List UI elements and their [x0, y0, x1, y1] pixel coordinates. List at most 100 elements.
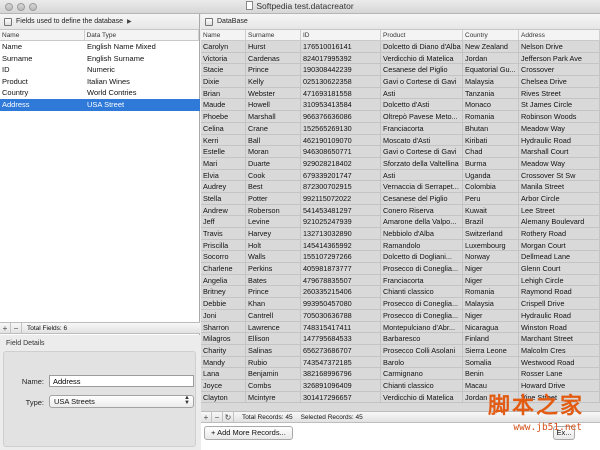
add-more-records-button[interactable]: + Add More Records... — [204, 426, 293, 440]
table-row[interactable]: Stacie Prince 190308442239 Cesanese del Pig… — [201, 64, 600, 77]
table-row[interactable]: Mari Duarte 929028218402 Sforzato della Val… — [201, 157, 600, 170]
cell-country: Tanzania — [463, 87, 519, 99]
table-row[interactable]: Maude Howell 310953413584 Dolcetto d'Asti Mo… — [201, 99, 600, 112]
table-row[interactable]: Celina Crane 152565269130 Franciacorta Bhuta… — [201, 122, 600, 135]
cell-id: 921025247939 — [301, 216, 381, 227]
cell-name: Carolyn — [201, 41, 246, 52]
field-name: ID — [2, 65, 10, 75]
cell-address: Rothery Road — [519, 228, 600, 239]
field-row[interactable]: Product Italian Wines — [0, 76, 200, 88]
table-row[interactable]: Mandy Rubio 743547372185 Barolo Somalia Westw… — [201, 356, 600, 369]
table-row[interactable]: Victoria Cardenas 824017995392 Verdicchio d… — [201, 52, 600, 65]
table-row[interactable]: Debbie Khan 993950457080 Prosecco di Conegl… — [201, 298, 600, 310]
cell-name: Priscilla — [201, 239, 246, 251]
table-row[interactable]: Clayton Mcintyre 301417296657 Verdicchio di… — [201, 391, 600, 404]
cell-name: Angelia — [201, 274, 246, 286]
table-row[interactable]: Elvia Cook 679339201747 Asti Uganda Crossover… — [201, 169, 600, 182]
column-header-data-type[interactable]: Data Type — [85, 30, 199, 40]
table-row[interactable]: Britney Prince 260335215406 Chianti classic… — [201, 286, 600, 299]
table-row[interactable]: Phoebe Marshall 966376636086 Oltrepò Pavese… — [201, 111, 600, 123]
cell-surname: Perkins — [246, 263, 301, 274]
field-row[interactable]: Country World Contries — [0, 87, 200, 99]
export-button[interactable]: Ex... — [553, 426, 575, 440]
cell-product: Gavi o Cortese di Gavi — [381, 146, 463, 157]
field-row[interactable]: ID Numeric — [0, 64, 200, 76]
add-record-button[interactable]: + — [201, 411, 212, 423]
table-row[interactable]: Charity Salinas 656273686707 Prosecco Colli… — [201, 344, 600, 357]
plus-icon: + — [211, 428, 216, 437]
cell-name: Travis — [201, 228, 246, 239]
table-row[interactable]: Lana Benjamin 382168996796 Carmignano Benin R… — [201, 368, 600, 380]
column-header-surname[interactable]: Surname — [246, 30, 301, 40]
table-row[interactable]: Andrew Roberson 541453481297 Conero Riserva… — [201, 204, 600, 217]
table-row[interactable]: Jeff Levine 921025247939 Amarone della Valp… — [201, 216, 600, 228]
cell-country: Kuwait — [463, 204, 519, 216]
field-row[interactable]: Name English Name Mixed — [0, 41, 200, 53]
cell-surname: Ball — [246, 134, 301, 146]
field-type: USA Street — [87, 99, 125, 109]
table-row[interactable]: Brian Webster 471693181558 Asti Tanzania Rive… — [201, 87, 600, 100]
cell-name: Socorro — [201, 251, 246, 263]
table-row[interactable]: Kerri Ball 462190109070 Moscato d'Asti Kirib… — [201, 134, 600, 147]
cell-id: 382168996796 — [301, 368, 381, 379]
cell-name: Britney — [201, 286, 246, 298]
selected-records-label: Selected Records: 45 — [300, 413, 363, 421]
table-row[interactable]: Socorro Walls 155107297266 Dolcetto di Dogl… — [201, 251, 600, 264]
disclosure-triangle-icon[interactable]: ▶ — [127, 18, 132, 25]
table-row[interactable]: Sharron Lawrence 748315417411 Montepulciano… — [201, 321, 600, 334]
table-row[interactable]: Charlene Perkins 405981873777 Prosecco di C… — [201, 263, 600, 275]
field-name-input[interactable] — [49, 375, 194, 387]
table-row[interactable]: Dixie Kelly 025130622358 Gavi o Cortese di … — [201, 76, 600, 88]
cell-country: Malaysia — [463, 298, 519, 309]
cell-id: 132713032890 — [301, 228, 381, 239]
cell-surname: Harvey — [246, 228, 301, 239]
type-label: Type: — [25, 398, 44, 407]
cell-address: Meadow Way — [519, 157, 600, 169]
table-row[interactable]: Audrey Best 872300702915 Vernaccia di Serra… — [201, 181, 600, 193]
cell-country: Peru — [463, 192, 519, 204]
table-row[interactable]: Stella Potter 992115072022 Cesanese del Pig… — [201, 192, 600, 205]
cell-id: 260335215406 — [301, 286, 381, 298]
cell-address: Westwood Road — [519, 356, 600, 368]
cell-name: Milagros — [201, 333, 246, 344]
add-field-button[interactable]: + — [0, 322, 11, 334]
cell-country: Romania — [463, 286, 519, 298]
cell-id: 152565269130 — [301, 122, 381, 134]
list-icon — [4, 17, 12, 26]
column-header-product[interactable]: Product — [381, 30, 463, 40]
field-type-value: USA Streets — [54, 397, 95, 406]
cell-product: Vernaccia di Serrapet... — [381, 181, 463, 192]
table-row[interactable]: Travis Harvey 132713032890 Nebbiolo d'Alba S… — [201, 228, 600, 240]
cell-name: Debbie — [201, 298, 246, 309]
table-row[interactable]: Carolyn Hurst 176510016141 Dolcetto di Dian… — [201, 41, 600, 53]
column-header-address[interactable]: Address — [519, 30, 600, 40]
cell-surname: Ellison — [246, 333, 301, 344]
cell-surname: Cook — [246, 169, 301, 181]
table-row[interactable]: Estelle Moran 946308650771 Gavi o Cortese d… — [201, 146, 600, 158]
field-row[interactable]: Surname English Surname — [0, 53, 200, 65]
refresh-icon[interactable]: ↻ — [223, 411, 234, 423]
cell-id: 479678835507 — [301, 274, 381, 286]
cell-country: Niger — [463, 309, 519, 321]
remove-field-button[interactable]: − — [11, 322, 22, 334]
table-row[interactable]: Milagros Ellison 147795684533 Barbaresco Fin… — [201, 333, 600, 345]
field-details-panel: Field Details Name: Type: USA Streets ▲▼ — [0, 335, 200, 450]
column-header-name[interactable]: Name — [0, 30, 85, 40]
table-row[interactable]: Joni Cantrell 705030636788 Prosecco di Cone… — [201, 309, 600, 322]
cell-id: 946308650771 — [301, 146, 381, 157]
cell-id: 471693181558 — [301, 87, 381, 99]
cell-country: Malaysia — [463, 76, 519, 87]
fields-pane-title: Fields used to define the database — [16, 18, 124, 25]
column-header-id[interactable]: ID — [301, 30, 381, 40]
column-header-country[interactable]: Country — [463, 30, 519, 40]
column-header-name[interactable]: Name — [201, 30, 246, 40]
cell-id: 992115072022 — [301, 192, 381, 204]
table-row[interactable]: Angelia Bates 479678835507 Franciacorta Nige… — [201, 274, 600, 287]
cell-product: Conero Riserva — [381, 204, 463, 216]
table-row[interactable]: Priscilla Holt 145414365992 Ramandolo Luxemb… — [201, 239, 600, 252]
remove-record-button[interactable]: − — [212, 411, 223, 423]
field-row-selected[interactable]: Address USA Street — [0, 98, 200, 111]
table-row[interactable]: Joyce Combs 326891096409 Chianti classico Ma… — [201, 379, 600, 392]
field-type-select[interactable]: USA Streets ▲ ▼ — [49, 395, 194, 408]
cell-product: Gavi o Cortese di Gavi — [381, 76, 463, 87]
